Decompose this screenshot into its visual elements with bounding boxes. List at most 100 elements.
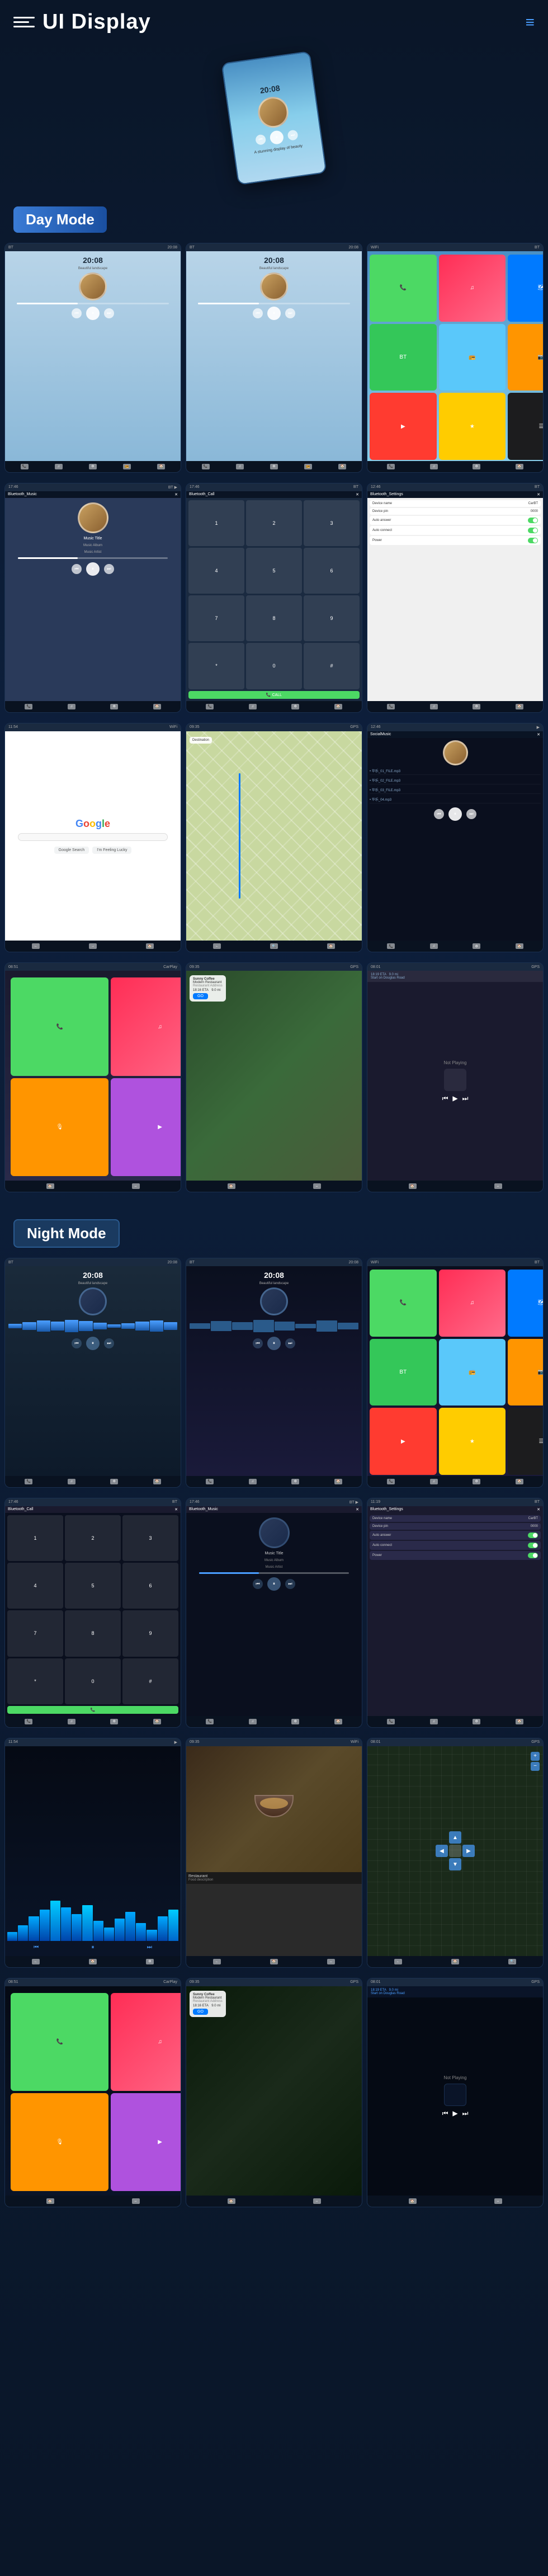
btm-play[interactable]: ⏸ [86,562,100,576]
lm-item3[interactable]: • 华乐_03_FILE.mp3 [370,786,541,794]
app-navi-icon[interactable]: 🗺 [508,255,543,322]
day1-prev[interactable]: ⏮ [72,308,82,318]
na-cam[interactable]: 📷 [508,1339,543,1406]
nm1-b2[interactable]: ♫ [68,1479,75,1484]
day1-play[interactable]: ⏸ [86,307,100,320]
ggl-b2[interactable]: → [89,943,97,949]
na-dark[interactable]: ☰ [508,1408,543,1475]
nm2-prev[interactable]: ⏮ [253,1338,263,1348]
key-2[interactable]: 2 [246,500,302,546]
btm-b4[interactable]: 🏠 [153,704,161,709]
nbts-b4[interactable]: 🏠 [516,1719,523,1724]
btm-next[interactable]: ⏭ [104,564,114,574]
nmap-up[interactable]: ▲ [449,1831,461,1844]
nkey-1[interactable]: 1 [7,1515,63,1561]
day2-icon4[interactable]: 📻 [304,464,312,469]
nm2-b1[interactable]: 📞 [206,1479,214,1484]
map-b2[interactable]: 🔍 [270,943,278,949]
nm1-b1[interactable]: 📞 [25,1479,32,1484]
nm1-b3[interactable]: ⚙ [110,1479,118,1484]
nkey-9[interactable]: 9 [122,1610,178,1656]
nbts-answer-toggle[interactable] [528,1533,538,1538]
bts-b3[interactable]: ⚙ [473,704,480,709]
ggl-b1[interactable]: ← [32,943,40,949]
nbts-b1[interactable]: 📞 [387,1719,395,1724]
nmap-b3[interactable]: 🔍 [508,1959,516,1964]
nbts-connect-toggle[interactable] [528,1543,538,1548]
nfood-b3[interactable]: ↔ [327,1959,335,1964]
apps-icon3[interactable]: ⚙ [473,464,480,469]
cpnp-b2[interactable]: ↔ [494,1183,502,1189]
cpnp-prev[interactable]: ⏮ [442,1094,448,1103]
bts-power-toggle[interactable] [528,538,538,543]
cpnp-next[interactable]: ⏭ [462,1094,469,1103]
lm-b3[interactable]: ⚙ [473,943,480,949]
na-radio[interactable]: 📻 [439,1339,506,1406]
nkey-6[interactable]: 6 [122,1563,178,1609]
key-9[interactable]: 9 [304,595,360,641]
nbts-b3[interactable]: ⚙ [473,1719,480,1724]
app-yellow-icon[interactable]: ★ [439,393,506,460]
nkey-star[interactable]: * [7,1658,63,1704]
hero-next-btn[interactable]: ⏭ [287,129,298,140]
btm-close[interactable]: ✕ [174,492,178,497]
lm-item4[interactable]: • 华乐_04.mp3 [370,796,541,803]
cp-phone[interactable]: 📞 [11,977,108,1075]
nviz-b3[interactable]: ⚙ [146,1959,154,1964]
nbtm-next[interactable]: ⏭ [285,1579,295,1589]
key-star[interactable]: * [188,643,244,689]
nbtc-b3[interactable]: ⚙ [110,1719,118,1724]
nm1-prev[interactable]: ⏮ [72,1338,82,1348]
key-8[interactable]: 8 [246,595,302,641]
ncpnp-next[interactable]: ⏭ [462,2109,469,2118]
nbtm-b3[interactable]: ⚙ [291,1719,299,1724]
bts-connect-toggle[interactable] [528,528,538,533]
map-b3[interactable]: 🏠 [327,943,335,949]
nkey-hash[interactable]: # [122,1658,178,1704]
hero-play-btn[interactable]: ⏸ [269,130,284,145]
nbtc-close[interactable]: ✕ [174,1507,178,1512]
day1-icon5[interactable]: 🏠 [157,464,165,469]
day2-next[interactable]: ⏭ [285,308,295,318]
na-phone[interactable]: 📞 [370,1270,437,1337]
ncall-btn[interactable]: 📞 [7,1706,178,1714]
day2-icon5[interactable]: 🏠 [338,464,346,469]
btm-prev[interactable]: ⏮ [72,564,82,574]
key-0[interactable]: 0 [246,643,302,689]
lm-next[interactable]: ⏭ [466,809,476,819]
nviz-next[interactable]: ⏭ [147,1944,152,1950]
na-red[interactable]: ▶ [370,1408,437,1475]
bts-b2[interactable]: ♫ [430,704,438,709]
map-b1[interactable]: ← [213,943,221,949]
ncpn-go-btn[interactable]: GO [193,2009,208,2015]
na-yellow[interactable]: ★ [439,1408,506,1475]
nbtm-close[interactable]: ✕ [356,1507,359,1512]
ncp-phone[interactable]: 📞 [11,1993,108,2091]
nbts-power-toggle[interactable] [528,1553,538,1558]
nfood-b1[interactable]: ← [213,1959,221,1964]
key-4[interactable]: 4 [188,548,244,594]
google-search-btn[interactable]: Google Search [54,847,89,854]
nbtc-b1[interactable]: 📞 [25,1719,32,1724]
nmap-b2[interactable]: 🏠 [451,1959,459,1964]
cp-podcast[interactable]: 🎙 [11,1078,108,1176]
cpnp-b1[interactable]: 🏠 [409,1183,417,1189]
nkey-5[interactable]: 5 [65,1563,121,1609]
nviz-b2[interactable]: 🏠 [89,1959,97,1964]
ncpnp-play[interactable]: ▶ [452,2109,457,2118]
nm2-b3[interactable]: ⚙ [291,1479,299,1484]
nmap-b1[interactable]: ← [394,1959,402,1964]
day1-next[interactable]: ⏭ [104,308,114,318]
bts-answer-toggle[interactable] [528,518,538,523]
day2-play[interactable]: ⏸ [267,307,281,320]
day2-icon1[interactable]: 📞 [202,464,210,469]
nviz-prev[interactable]: ⏮ [34,1944,39,1950]
day2-prev[interactable]: ⏮ [253,308,263,318]
nbtc-b2[interactable]: ♫ [68,1719,75,1724]
lm-prev[interactable]: ⏮ [434,809,444,819]
app-camera-icon[interactable]: 📷 [508,324,543,391]
cpnp-play[interactable]: ▶ [452,1094,457,1103]
nkey-0[interactable]: 0 [65,1658,121,1704]
nbts-b2[interactable]: ♫ [430,1719,438,1724]
app-dark-icon[interactable]: ☰ [508,393,543,460]
